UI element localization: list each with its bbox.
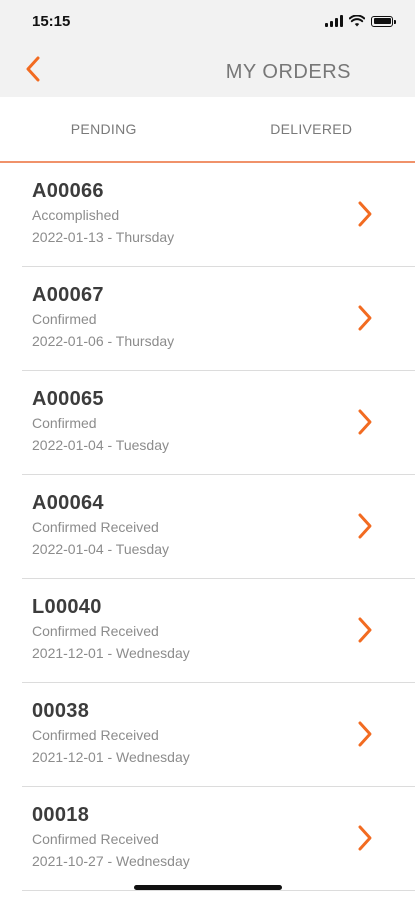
status-bar: 15:15	[0, 0, 415, 44]
order-date: 2021-10-27 - Wednesday	[32, 853, 190, 869]
order-row[interactable]: A00064 Confirmed Received 2022-01-04 - T…	[22, 475, 415, 579]
back-button[interactable]	[18, 54, 48, 84]
order-status: Confirmed Received	[32, 831, 159, 847]
order-date: 2022-01-04 - Tuesday	[32, 437, 169, 453]
battery-icon	[371, 15, 396, 27]
order-row[interactable]: 00038 Confirmed Received 2021-12-01 - We…	[22, 683, 415, 787]
page-title: MY ORDERS	[225, 61, 351, 83]
order-row[interactable]: A00065 Confirmed 2022-01-04 - Tuesday	[22, 371, 415, 475]
order-id: A00066	[32, 180, 104, 202]
home-indicator[interactable]	[134, 885, 282, 890]
order-id: L00040	[32, 596, 102, 618]
order-date: 2021-12-01 - Wednesday	[32, 749, 190, 765]
tab-pending[interactable]: PENDING	[0, 97, 208, 161]
status-icons	[325, 15, 396, 27]
order-status: Confirmed	[32, 311, 97, 327]
order-status: Confirmed	[32, 415, 97, 431]
order-date: 2021-12-01 - Wednesday	[32, 645, 190, 661]
wifi-icon	[349, 15, 365, 27]
order-id: A00065	[32, 388, 104, 410]
signal-icon	[325, 15, 343, 27]
chevron-right-icon	[358, 721, 372, 747]
order-row[interactable]: 00018 Confirmed Received 2021-10-27 - We…	[22, 787, 415, 891]
order-status: Accomplished	[32, 207, 120, 223]
chevron-right-icon	[358, 617, 372, 643]
chevron-right-icon	[358, 513, 372, 539]
order-status: Confirmed Received	[32, 727, 159, 743]
order-id: A00064	[32, 492, 104, 514]
order-id: A00067	[32, 284, 104, 306]
chevron-right-icon	[358, 825, 372, 851]
order-date: 2022-01-13 - Thursday	[32, 229, 175, 245]
order-status: Confirmed Received	[32, 519, 159, 535]
chevron-right-icon	[358, 305, 372, 331]
chevron-right-icon	[358, 201, 372, 227]
chevron-left-icon	[26, 56, 40, 82]
order-list: A00066 Accomplished 2022-01-13 - Thursda…	[0, 163, 415, 891]
top-area: 15:15 MY ORDERS	[0, 0, 415, 97]
order-row[interactable]: A00067 Confirmed 2022-01-06 - Thursday	[22, 267, 415, 371]
chevron-right-icon	[358, 409, 372, 435]
tab-delivered[interactable]: DELIVERED	[208, 97, 415, 161]
order-id: 00018	[32, 804, 90, 826]
order-row[interactable]: A00066 Accomplished 2022-01-13 - Thursda…	[22, 163, 415, 267]
order-row[interactable]: L00040 Confirmed Received 2021-12-01 - W…	[22, 579, 415, 683]
order-date: 2022-01-06 - Thursday	[32, 333, 175, 349]
order-date: 2022-01-04 - Tuesday	[32, 541, 169, 557]
status-time: 15:15	[32, 13, 71, 30]
order-tabs: PENDING DELIVERED	[0, 97, 415, 163]
nav-bar: MY ORDERS	[0, 44, 415, 97]
order-status: Confirmed Received	[32, 623, 159, 639]
order-id: 00038	[32, 700, 90, 722]
